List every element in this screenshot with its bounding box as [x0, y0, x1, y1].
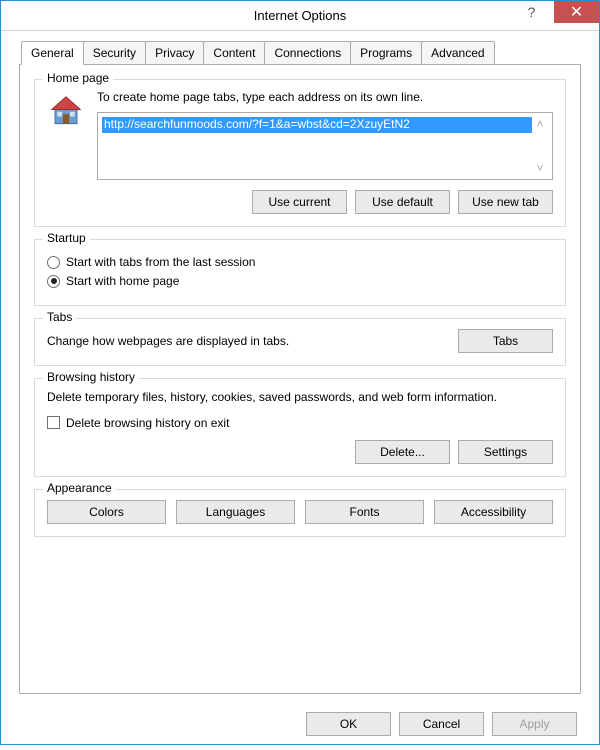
close-button[interactable]: ✕	[554, 1, 599, 23]
settings-button[interactable]: Settings	[458, 440, 553, 464]
tab-advanced[interactable]: Advanced	[421, 41, 494, 64]
homepage-group: Home page To create home page tabs, type…	[34, 79, 566, 227]
appearance-title: Appearance	[43, 481, 116, 495]
tabs-button[interactable]: Tabs	[458, 329, 553, 353]
home-icon	[47, 92, 85, 130]
radio-checked-icon	[47, 275, 60, 288]
use-current-button[interactable]: Use current	[252, 190, 347, 214]
homepage-url-text: http://searchfunmoods.com/?f=1&a=wbst&cd…	[102, 117, 532, 133]
help-button[interactable]: ?	[509, 1, 554, 23]
tabs-group-title: Tabs	[43, 310, 76, 324]
startup-home-option[interactable]: Start with home page	[47, 274, 553, 288]
homepage-url-input[interactable]: http://searchfunmoods.com/?f=1&a=wbst&cd…	[97, 112, 553, 180]
internet-options-dialog: Internet Options ? ✕ General Security Pr…	[0, 0, 600, 745]
delete-on-exit-option[interactable]: Delete browsing history on exit	[47, 416, 553, 430]
tab-programs[interactable]: Programs	[350, 41, 422, 64]
window-title: Internet Options	[254, 8, 347, 23]
scroll-down-icon[interactable]: ˅	[532, 161, 548, 175]
tab-panel-general: Home page To create home page tabs, type…	[19, 64, 581, 694]
homepage-title: Home page	[43, 71, 113, 85]
tab-general[interactable]: General	[21, 41, 84, 65]
use-new-tab-button[interactable]: Use new tab	[458, 190, 553, 214]
tab-content[interactable]: Content	[203, 41, 265, 64]
tab-security[interactable]: Security	[83, 41, 146, 64]
appearance-group: Appearance Colors Languages Fonts Access…	[34, 489, 566, 537]
ok-button[interactable]: OK	[306, 712, 391, 736]
scroll-arrows[interactable]: ˄ ˅	[532, 117, 548, 175]
titlebar-buttons: ? ✕	[509, 1, 599, 23]
tabs-group: Tabs Change how webpages are displayed i…	[34, 318, 566, 366]
apply-button[interactable]: Apply	[492, 712, 577, 736]
radio-icon	[47, 256, 60, 269]
startup-home-label: Start with home page	[66, 274, 179, 288]
checkbox-icon	[47, 416, 60, 429]
delete-button[interactable]: Delete...	[355, 440, 450, 464]
dialog-buttons: OK Cancel Apply	[19, 712, 581, 736]
tabs-desc: Change how webpages are displayed in tab…	[47, 334, 458, 348]
scroll-up-icon[interactable]: ˄	[532, 117, 548, 131]
content-area: General Security Privacy Content Connect…	[1, 31, 599, 750]
tab-strip: General Security Privacy Content Connect…	[21, 41, 581, 64]
cancel-button[interactable]: Cancel	[399, 712, 484, 736]
delete-on-exit-label: Delete browsing history on exit	[66, 416, 229, 430]
languages-button[interactable]: Languages	[176, 500, 295, 524]
history-group: Browsing history Delete temporary files,…	[34, 378, 566, 477]
startup-group: Startup Start with tabs from the last se…	[34, 239, 566, 306]
tab-privacy[interactable]: Privacy	[145, 41, 204, 64]
startup-last-label: Start with tabs from the last session	[66, 255, 255, 269]
history-desc: Delete temporary files, history, cookies…	[47, 389, 553, 406]
fonts-button[interactable]: Fonts	[305, 500, 424, 524]
startup-last-session-option[interactable]: Start with tabs from the last session	[47, 255, 553, 269]
accessibility-button[interactable]: Accessibility	[434, 500, 553, 524]
use-default-button[interactable]: Use default	[355, 190, 450, 214]
history-title: Browsing history	[43, 370, 139, 384]
homepage-desc: To create home page tabs, type each addr…	[97, 90, 553, 104]
titlebar: Internet Options ? ✕	[1, 1, 599, 31]
tab-connections[interactable]: Connections	[264, 41, 351, 64]
colors-button[interactable]: Colors	[47, 500, 166, 524]
startup-title: Startup	[43, 231, 90, 245]
